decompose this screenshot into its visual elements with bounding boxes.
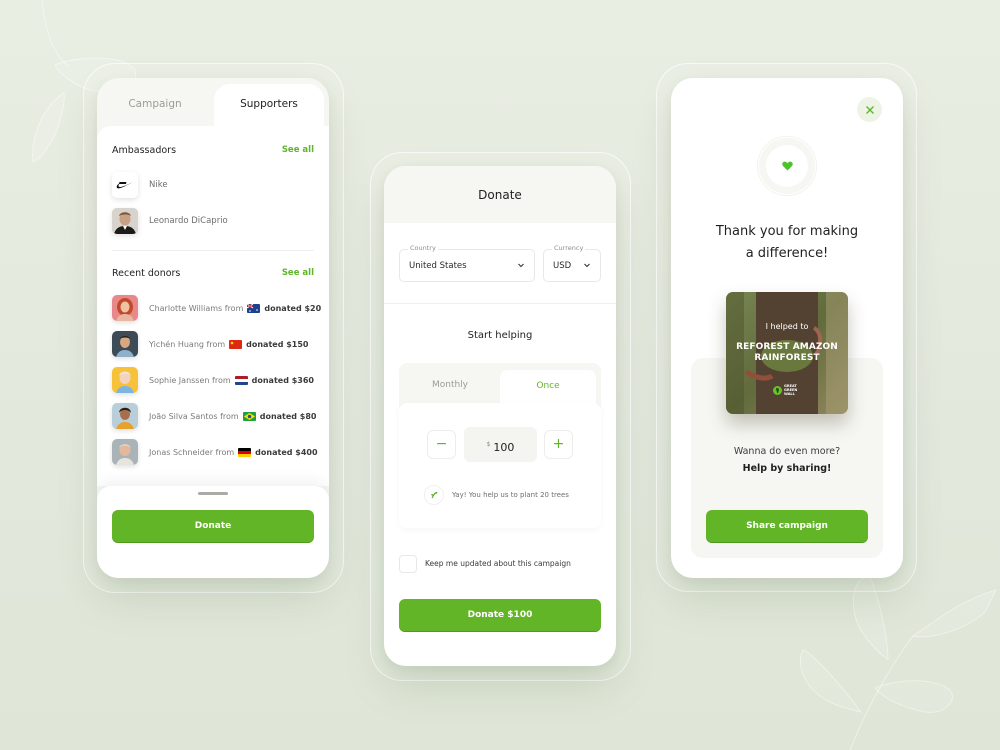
chevron-down-icon [518, 263, 524, 268]
thank-you-title: Thank you for making a difference! [671, 221, 903, 265]
donor-item[interactable]: João Silva Santos from donated $80 [112, 403, 317, 429]
avatar-icon [112, 439, 138, 465]
donation-amount: donated $360 [251, 375, 314, 385]
ambassador-item[interactable]: Nike [112, 172, 168, 198]
share-prompt: Wanna do even more? [733, 446, 841, 457]
donor-from: from [224, 303, 244, 313]
donate-screen: Donate Country United States Currency US… [384, 166, 616, 666]
currency-symbol: $ [486, 441, 491, 448]
chevron-down-icon [584, 263, 590, 268]
supporters-screen: Campaign Supporters Ambassadors See all … [97, 78, 329, 578]
sheet-drag-handle[interactable] [198, 492, 228, 495]
image-caption-headline: REFOREST AMAZON RAINFOREST [726, 342, 848, 364]
ambassador-name: Leonardo DiCaprio [149, 216, 228, 226]
recent-donors-title: Recent donors [112, 268, 181, 279]
germany-flag-icon [238, 447, 252, 457]
donor-name: Jonas Schneider [149, 447, 213, 457]
tab-once[interactable]: Once [500, 370, 596, 406]
increase-amount-button[interactable]: + [544, 430, 573, 459]
donation-amount: donated $150 [246, 339, 309, 349]
donation-amount: donated $80 [259, 411, 317, 421]
donate-amount-button[interactable]: Donate $100 [399, 599, 601, 631]
image-caption-line2: REFOREST AMAZON [736, 342, 838, 352]
sprout-icon [424, 485, 444, 505]
image-caption-line3: RAINFOREST [754, 353, 820, 363]
share-prompt-bold: Help by sharing! [742, 463, 832, 474]
decrease-amount-button[interactable]: − [427, 430, 456, 459]
donor-from: from [220, 411, 239, 421]
africa-logo-icon [773, 385, 782, 395]
donor-name: Sophie Janssen [149, 375, 210, 385]
avatar-icon [112, 208, 138, 234]
ambassador-item[interactable]: Leonardo DiCaprio [112, 208, 228, 234]
donor-item[interactable]: Yichén Huang from donated $150 [112, 331, 308, 357]
currency-value: USD [553, 261, 572, 271]
donor-name: Yichén Huang [149, 339, 204, 349]
avatar-icon [112, 331, 138, 357]
amount-value: 100 [493, 441, 515, 454]
ambassadors-title: Ambassadors [112, 145, 177, 156]
donation-amount: donated $20 [264, 303, 322, 313]
donate-header: Donate [384, 166, 616, 223]
section-divider [384, 303, 616, 304]
supporters-content: Ambassadors See all Nike Leonardo DiCapr… [97, 126, 329, 486]
australia-flag-icon [247, 303, 261, 313]
ambassador-name: Nike [149, 180, 168, 190]
donation-amount: donated $400 [255, 447, 318, 457]
bottom-sheet: Donate [97, 486, 329, 578]
donor-from: from [206, 339, 226, 349]
nike-logo-icon [112, 172, 138, 198]
country-value: United States [409, 261, 467, 271]
tab-campaign[interactable]: Campaign [100, 84, 210, 130]
currency-label: Currency [552, 244, 586, 252]
currency-select[interactable]: Currency USD [543, 244, 601, 282]
amount-panel: − $100 + Yay! You help us to plant 20 tr… [399, 403, 601, 528]
donor-item[interactable]: Charlotte Williams from donated $20 [112, 295, 321, 321]
donor-name: Charlotte Williams [149, 303, 223, 313]
thank-you-screen: Thank you for making a difference! I hel… [671, 78, 903, 578]
brazil-flag-icon [242, 411, 256, 421]
ambassadors-header: Ambassadors See all [112, 145, 314, 156]
donor-item[interactable]: Sophie Janssen from donated $360 [112, 367, 314, 393]
heart-badge [757, 136, 817, 196]
recent-donors-see-all-link[interactable]: See all [282, 268, 314, 279]
tab-supporters[interactable]: Supporters [214, 84, 324, 130]
donor-name: João Silva Santos [149, 411, 218, 421]
tab-monthly[interactable]: Monthly [402, 370, 498, 406]
start-helping-heading: Start helping [467, 330, 533, 341]
keep-updated-checkbox[interactable] [399, 555, 417, 573]
campaign-tabs: Campaign Supporters [97, 78, 329, 130]
avatar-icon [112, 403, 138, 429]
recent-donors-header: Recent donors See all [112, 268, 314, 279]
netherlands-flag-icon [234, 375, 248, 385]
share-campaign-button[interactable]: Share campaign [706, 510, 868, 542]
ambassadors-see-all-link[interactable]: See all [282, 145, 314, 156]
keep-updated-label[interactable]: Keep me updated about this campaign [425, 559, 571, 568]
avatar-icon [112, 367, 138, 393]
donor-from: from [212, 375, 231, 385]
avatar-icon [112, 295, 138, 321]
green-heart-icon [781, 161, 793, 171]
image-caption-line1: I helped to [765, 322, 809, 331]
tree-note: Yay! You help us to plant 20 trees [424, 485, 569, 505]
page-title: Donate [478, 188, 522, 202]
great-green-wall-logo: GREAT GREEN WALL [773, 384, 797, 396]
section-divider [112, 250, 314, 251]
tree-note-text: Yay! You help us to plant 20 trees [452, 491, 569, 499]
frequency-selector: Monthly Once − $100 + Yay! You help us t… [399, 363, 601, 528]
thank-you-title-line1: Thank you for making [715, 224, 859, 239]
donate-button[interactable]: Donate [112, 510, 314, 542]
campaign-image: I helped to REFOREST AMAZON RAINFOREST G… [726, 292, 848, 414]
amount-input[interactable]: $100 [464, 427, 537, 462]
logo-text: WALL [784, 392, 795, 396]
china-flag-icon [229, 339, 243, 349]
close-icon [865, 105, 874, 114]
country-label: Country [408, 244, 438, 252]
country-select[interactable]: Country United States [399, 244, 535, 282]
donor-item[interactable]: Jonas Schneider from donated $400 [112, 439, 318, 465]
donor-from: from [215, 447, 235, 457]
thank-you-title-line2: a difference! [745, 246, 829, 261]
close-button[interactable] [857, 97, 882, 122]
